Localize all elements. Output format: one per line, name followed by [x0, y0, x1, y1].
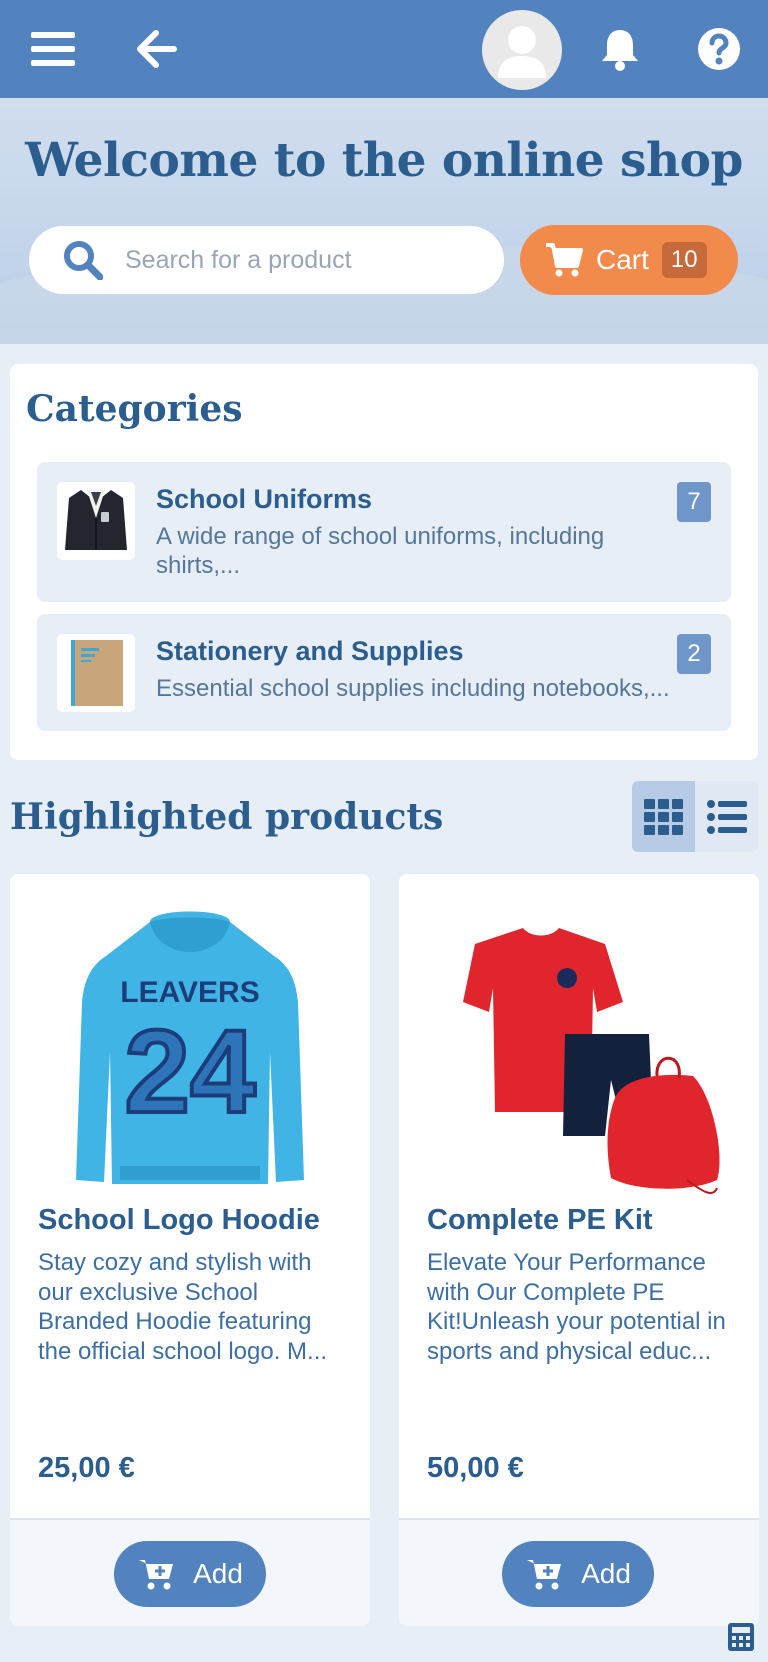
category-count-badge: 2 — [677, 634, 711, 674]
product-description: Stay cozy and stylish with our exclusive… — [38, 1249, 328, 1365]
add-to-cart-button[interactable]: Add — [502, 1541, 654, 1607]
bell-icon — [602, 30, 638, 71]
menu-button[interactable] — [18, 14, 88, 84]
search-button[interactable] — [61, 238, 105, 282]
hoodie-text-top: LEAVERS — [120, 976, 259, 1009]
back-button[interactable] — [122, 14, 192, 84]
search-icon — [64, 241, 103, 280]
top-app-bar — [0, 0, 768, 98]
hero-section: Welcome to the online shop Cart 10 — [0, 98, 768, 344]
product-name[interactable]: Complete PE Kit — [427, 1204, 653, 1237]
add-to-cart-button[interactable]: Add — [114, 1541, 266, 1607]
highlighted-products-title: Highlighted products — [10, 796, 444, 838]
menu-icon — [31, 32, 75, 66]
category-title: School Uniforms — [156, 484, 373, 514]
cart-count-badge: 10 — [661, 242, 707, 278]
search-bar[interactable] — [29, 226, 504, 294]
list-view-button[interactable] — [695, 781, 758, 852]
product-image[interactable]: LEAVERS 24 — [38, 902, 342, 1206]
cart-plus-icon — [527, 1560, 562, 1590]
calculator-icon — [728, 1623, 754, 1651]
category-item-school-uniforms[interactable]: School Uniforms A wide range of school u… — [37, 462, 731, 602]
category-count-badge: 7 — [677, 482, 711, 522]
help-button[interactable] — [684, 14, 754, 84]
category-description: Essential school supplies including note… — [156, 675, 670, 702]
calculator-button[interactable] — [727, 1622, 755, 1652]
blazer-icon — [65, 490, 127, 550]
product-description: Elevate Your Performance with Our Comple… — [427, 1249, 726, 1365]
list-view-icon — [706, 799, 747, 834]
product-price: 25,00 € — [38, 1452, 135, 1484]
category-title: Stationery and Supplies — [156, 636, 464, 666]
cart-label: Cart — [596, 244, 649, 275]
product-card[interactable]: LEAVERS 24 School Logo Hoodie Stay cozy … — [10, 874, 370, 1626]
grid-view-icon — [643, 798, 683, 835]
product-card[interactable]: Complete PE Kit Elevate Your Performance… — [399, 874, 759, 1626]
user-avatar[interactable] — [482, 10, 562, 90]
category-thumbnail — [57, 482, 135, 560]
cart-icon — [546, 243, 583, 277]
pe-kit-image — [463, 928, 720, 1195]
user-avatar-icon — [498, 26, 546, 78]
hoodie-text-number: 24 — [124, 1006, 255, 1138]
page-title: Welcome to the online shop — [25, 133, 743, 188]
notifications-button[interactable] — [585, 14, 655, 84]
search-input[interactable] — [125, 245, 465, 275]
category-thumbnail — [57, 634, 135, 712]
product-name[interactable]: School Logo Hoodie — [38, 1204, 320, 1237]
hoodie-image: LEAVERS 24 — [76, 911, 304, 1184]
cart-plus-icon — [139, 1560, 174, 1590]
notebook-icon — [71, 640, 123, 706]
back-arrow-icon — [137, 30, 177, 68]
cart-button[interactable]: Cart 10 — [520, 225, 738, 295]
grid-view-button[interactable] — [632, 781, 695, 852]
product-price: 50,00 € — [427, 1452, 524, 1484]
add-label: Add — [581, 1558, 631, 1589]
categories-title: Categories — [26, 388, 243, 430]
help-icon — [698, 28, 740, 70]
product-card-footer: Add — [10, 1518, 370, 1626]
category-item-stationery[interactable]: Stationery and Supplies Essential school… — [37, 614, 731, 731]
categories-card: Categories School Uniforms A wide range … — [10, 364, 758, 760]
category-description: A wide range of school uniforms, includi… — [156, 523, 605, 579]
add-label: Add — [193, 1558, 243, 1589]
product-image[interactable] — [427, 902, 731, 1206]
product-card-footer: Add — [399, 1518, 759, 1626]
view-toggle — [632, 781, 758, 852]
